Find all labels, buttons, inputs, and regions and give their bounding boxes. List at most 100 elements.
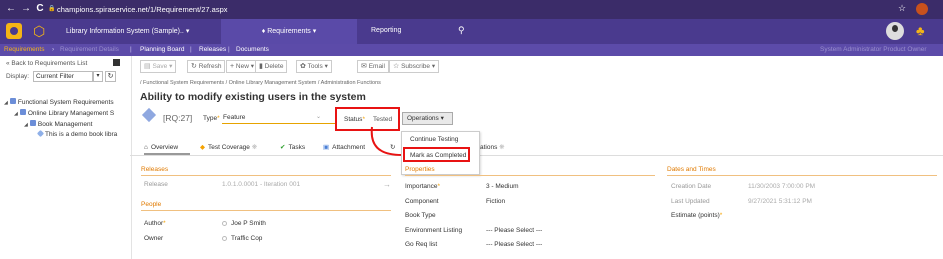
refresh-button[interactable]: ↻ Refresh [187,60,226,73]
search-icon[interactable]: ⚲ [458,25,465,36]
subnav-separator: | [130,46,132,53]
section-divider [667,175,937,176]
importance-select[interactable]: 3 - Medium [486,183,519,190]
user-icon [222,235,227,241]
subscribe-button[interactable]: ☆ Subscribe ▾ [389,60,440,73]
requirement-folder-icon [29,120,36,126]
back-to-list-link[interactable]: « Back to Requirements List [6,60,87,67]
tree-item-label: This is a demo book libra [45,131,118,138]
dates-section-title: Dates and Times [667,166,716,173]
tree-item[interactable]: ◢ Online Library Management S [14,109,114,117]
nav-reporting[interactable]: Reporting [371,27,401,34]
tab-overview[interactable]: ⌂ Overview [144,141,190,155]
user-role-info: System Administrator Product Owner [820,46,927,53]
go-req-label: Go Req list [405,241,438,248]
subnav-documents[interactable]: Documents [236,46,269,53]
nav-requirements[interactable]: ♦ Requirements ▾ [221,19,357,44]
save-button[interactable]: ▤ Save ▾ [140,60,177,73]
requirement-id: [RQ:27] [163,113,193,123]
notification-icon[interactable]: ♣ [916,23,925,39]
tree-item[interactable]: ◢ Functional System Requirements [4,98,114,106]
tools-button[interactable]: ✿ Tools ▾ [296,60,332,73]
refresh-icon: ↻ [191,63,197,70]
status-label: Status* [344,116,365,123]
tab-tasks[interactable]: ✔ Tasks [280,141,305,155]
mark-completed-highlight-box [403,147,470,162]
book-type-label: Book Type [405,212,436,219]
check-icon: ✔ [280,144,286,151]
type-label: Type* [203,115,220,122]
tree-expand-icon[interactable]: ◢ [4,100,8,106]
author-select[interactable]: Joe P Smith [222,220,266,227]
chevron-down-icon[interactable]: ⌄ [316,113,321,120]
product-selector[interactable]: Library Information System (Sample).. ▾ [66,27,189,35]
star-icon: ☆ [393,63,400,70]
breadcrumb[interactable]: / Functional System Requirements / Onlin… [140,80,381,86]
component-label: Component [405,198,439,205]
menu-item-continue-testing[interactable]: Continue Testing [410,136,458,143]
delete-button[interactable]: ▮ Delete [255,60,288,73]
save-icon: ▤ [144,63,151,70]
environment-label: Environment Listing [405,227,463,234]
section-divider [141,210,391,211]
creation-date-value: 11/30/2003 7:00:00 PM [748,183,816,190]
people-section-title: People [141,201,162,208]
envelope-icon: ✉ [361,63,367,70]
importance-label: Importance* [405,183,441,190]
collapse-panel-icon[interactable] [113,59,120,66]
last-updated-value: 9/27/2021 5:31:12 PM [748,198,812,205]
go-req-select[interactable]: --- Please Select --- [486,241,542,248]
subnav-planning-board[interactable]: Planning Board [140,46,184,53]
home-icon: ⌂ [144,144,148,151]
tab-associations[interactable]: ations ❋ [480,141,505,155]
display-filter-select[interactable]: Current Filter [33,71,93,82]
subnav-requirements[interactable]: Requirements [4,46,44,53]
new-button[interactable]: + New ▾ [226,60,258,73]
test-coverage-icon: ◆ [200,144,205,151]
subnav-requirement-details[interactable]: Requirement Details [60,46,119,53]
attachment-icon: ▣ [323,144,330,151]
author-label: Author* [144,220,166,227]
gear-icon: ✿ [300,63,306,70]
reload-icon[interactable]: C [34,3,46,15]
subnav-releases[interactable]: Releases [199,46,226,53]
app-header: ⬡ Library Information System (Sample).. … [0,19,943,44]
page-title: Ability to modify existing users in the … [140,91,366,103]
release-label: Release [144,181,168,188]
spira-logo-icon[interactable] [6,23,22,39]
hexagon-icon[interactable]: ⬡ [33,23,45,39]
tree-item-label: Online Library Management S [27,110,115,117]
browser-profile-avatar[interactable] [916,3,928,15]
estimate-label: Estimate (points)* [671,212,723,219]
environment-select[interactable]: --- Please Select --- [486,227,542,234]
owner-label: Owner [144,235,164,242]
tab-test-coverage[interactable]: ◆ Test Coverage ❋ [200,141,257,155]
chevron-down-icon[interactable]: ▾ [93,71,103,82]
display-label: Display: [6,73,30,80]
tree-expand-icon[interactable]: ◢ [24,122,28,128]
trash-icon: ▮ [259,63,263,70]
creation-date-label: Creation Date [671,183,712,190]
refresh-tree-button[interactable]: ↻ [105,71,116,82]
bookmark-star-icon[interactable]: ☆ [898,3,906,14]
address-bar[interactable]: champions.spiraservice.net/1/Requirement… [57,3,228,16]
tab-attachments[interactable]: ▣ Attachment [323,141,365,155]
arrow-right-icon[interactable]: → [383,180,391,189]
screen: ← → C 🔒 champions.spiraservice.net/1/Req… [0,0,943,259]
section-divider [405,175,655,176]
back-arrow-icon[interactable]: ← [5,3,17,15]
release-value[interactable]: 1.0.1.0.0001 - Iteration 001 [222,181,300,188]
requirement-folder-icon [19,109,26,115]
releases-section-title: Releases [141,166,169,173]
requirement-diamond-icon [36,129,45,138]
email-button[interactable]: ✉ Email [357,60,389,73]
owner-select[interactable]: Traffic Cop [222,235,262,242]
operations-button[interactable]: Operations ▾ [402,112,453,125]
subnav-separator: | [190,46,192,53]
tree-item[interactable]: This is a demo book libra [36,129,118,138]
forward-arrow-icon[interactable]: → [20,3,32,15]
tree-expand-icon[interactable]: ◢ [14,111,18,117]
component-select[interactable]: Fiction [486,198,505,205]
user-avatar[interactable] [886,22,904,40]
tree-item[interactable]: ◢ Book Management [24,120,92,128]
